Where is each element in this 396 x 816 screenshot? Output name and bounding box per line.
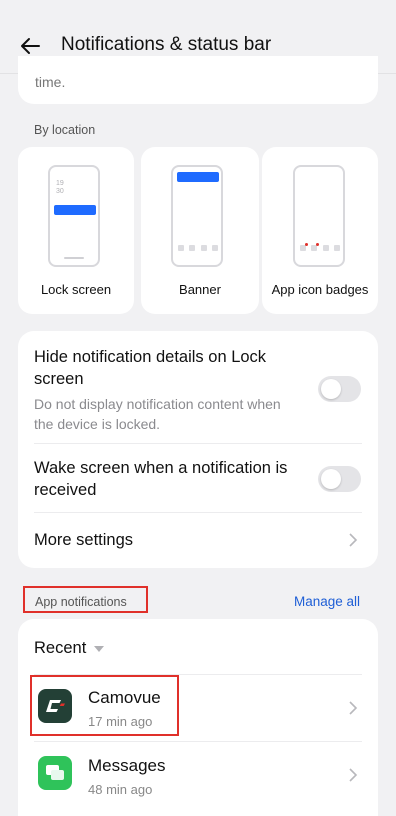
banner-preview	[171, 165, 223, 267]
hide-details-toggle[interactable]	[318, 376, 361, 402]
dropdown-arrow-icon	[94, 645, 105, 652]
location-option-label: Lock screen	[40, 282, 112, 297]
banner-bar-preview	[177, 172, 219, 182]
lock-screen-preview: 19 30	[48, 165, 100, 267]
preview-time-hour: 19	[56, 180, 64, 187]
hide-details-row[interactable]: Hide notification details on Lock screen…	[18, 331, 378, 443]
more-settings-row[interactable]: More settings	[18, 513, 378, 568]
notification-settings-card: Hide notification details on Lock screen…	[18, 331, 378, 568]
chevron-right-icon	[349, 768, 358, 782]
previous-setting-card: time.	[18, 56, 378, 104]
location-option-label: App icon badges	[271, 282, 369, 297]
location-option-banner[interactable]: Banner	[141, 147, 259, 314]
app-row-messages[interactable]: Messages 48 min ago	[18, 742, 378, 808]
location-option-app-icon-badges[interactable]: App icon badges	[262, 147, 378, 314]
wake-screen-toggle[interactable]	[318, 466, 361, 492]
location-option-label: Banner	[179, 282, 221, 297]
app-name: Messages	[88, 756, 166, 775]
dock-preview	[300, 243, 340, 251]
highlight-box-camovue	[30, 675, 179, 736]
back-arrow-icon	[21, 38, 40, 54]
by-location-label: By location	[34, 123, 96, 137]
hide-details-subtitle: Do not display notification content when…	[34, 396, 281, 432]
sort-label: Recent	[34, 639, 87, 657]
wake-screen-title: Wake screen when a notification is recei…	[34, 459, 288, 499]
manage-all-link[interactable]: Manage all	[294, 594, 360, 609]
hide-details-title: Hide notification details on Lock screen	[34, 348, 267, 388]
wake-screen-row[interactable]: Wake screen when a notification is recei…	[18, 444, 378, 512]
messages-icon	[38, 756, 72, 790]
notification-bar-preview	[54, 205, 96, 215]
app-time: 48 min ago	[88, 782, 153, 797]
chevron-right-icon	[349, 701, 358, 715]
preview-time-minute: 30	[56, 188, 64, 195]
badges-preview	[293, 165, 345, 267]
page-title: Notifications & status bar	[61, 34, 272, 55]
dock-preview	[178, 245, 218, 251]
chevron-right-icon	[349, 533, 358, 547]
previous-setting-text: time.	[35, 74, 66, 90]
more-settings-title: More settings	[34, 531, 134, 549]
sort-dropdown[interactable]: Recent	[34, 639, 105, 658]
home-indicator	[64, 257, 84, 259]
app-notifications-label: App notifications	[35, 595, 127, 609]
location-option-lock-screen[interactable]: 19 30 Lock screen	[18, 147, 134, 314]
